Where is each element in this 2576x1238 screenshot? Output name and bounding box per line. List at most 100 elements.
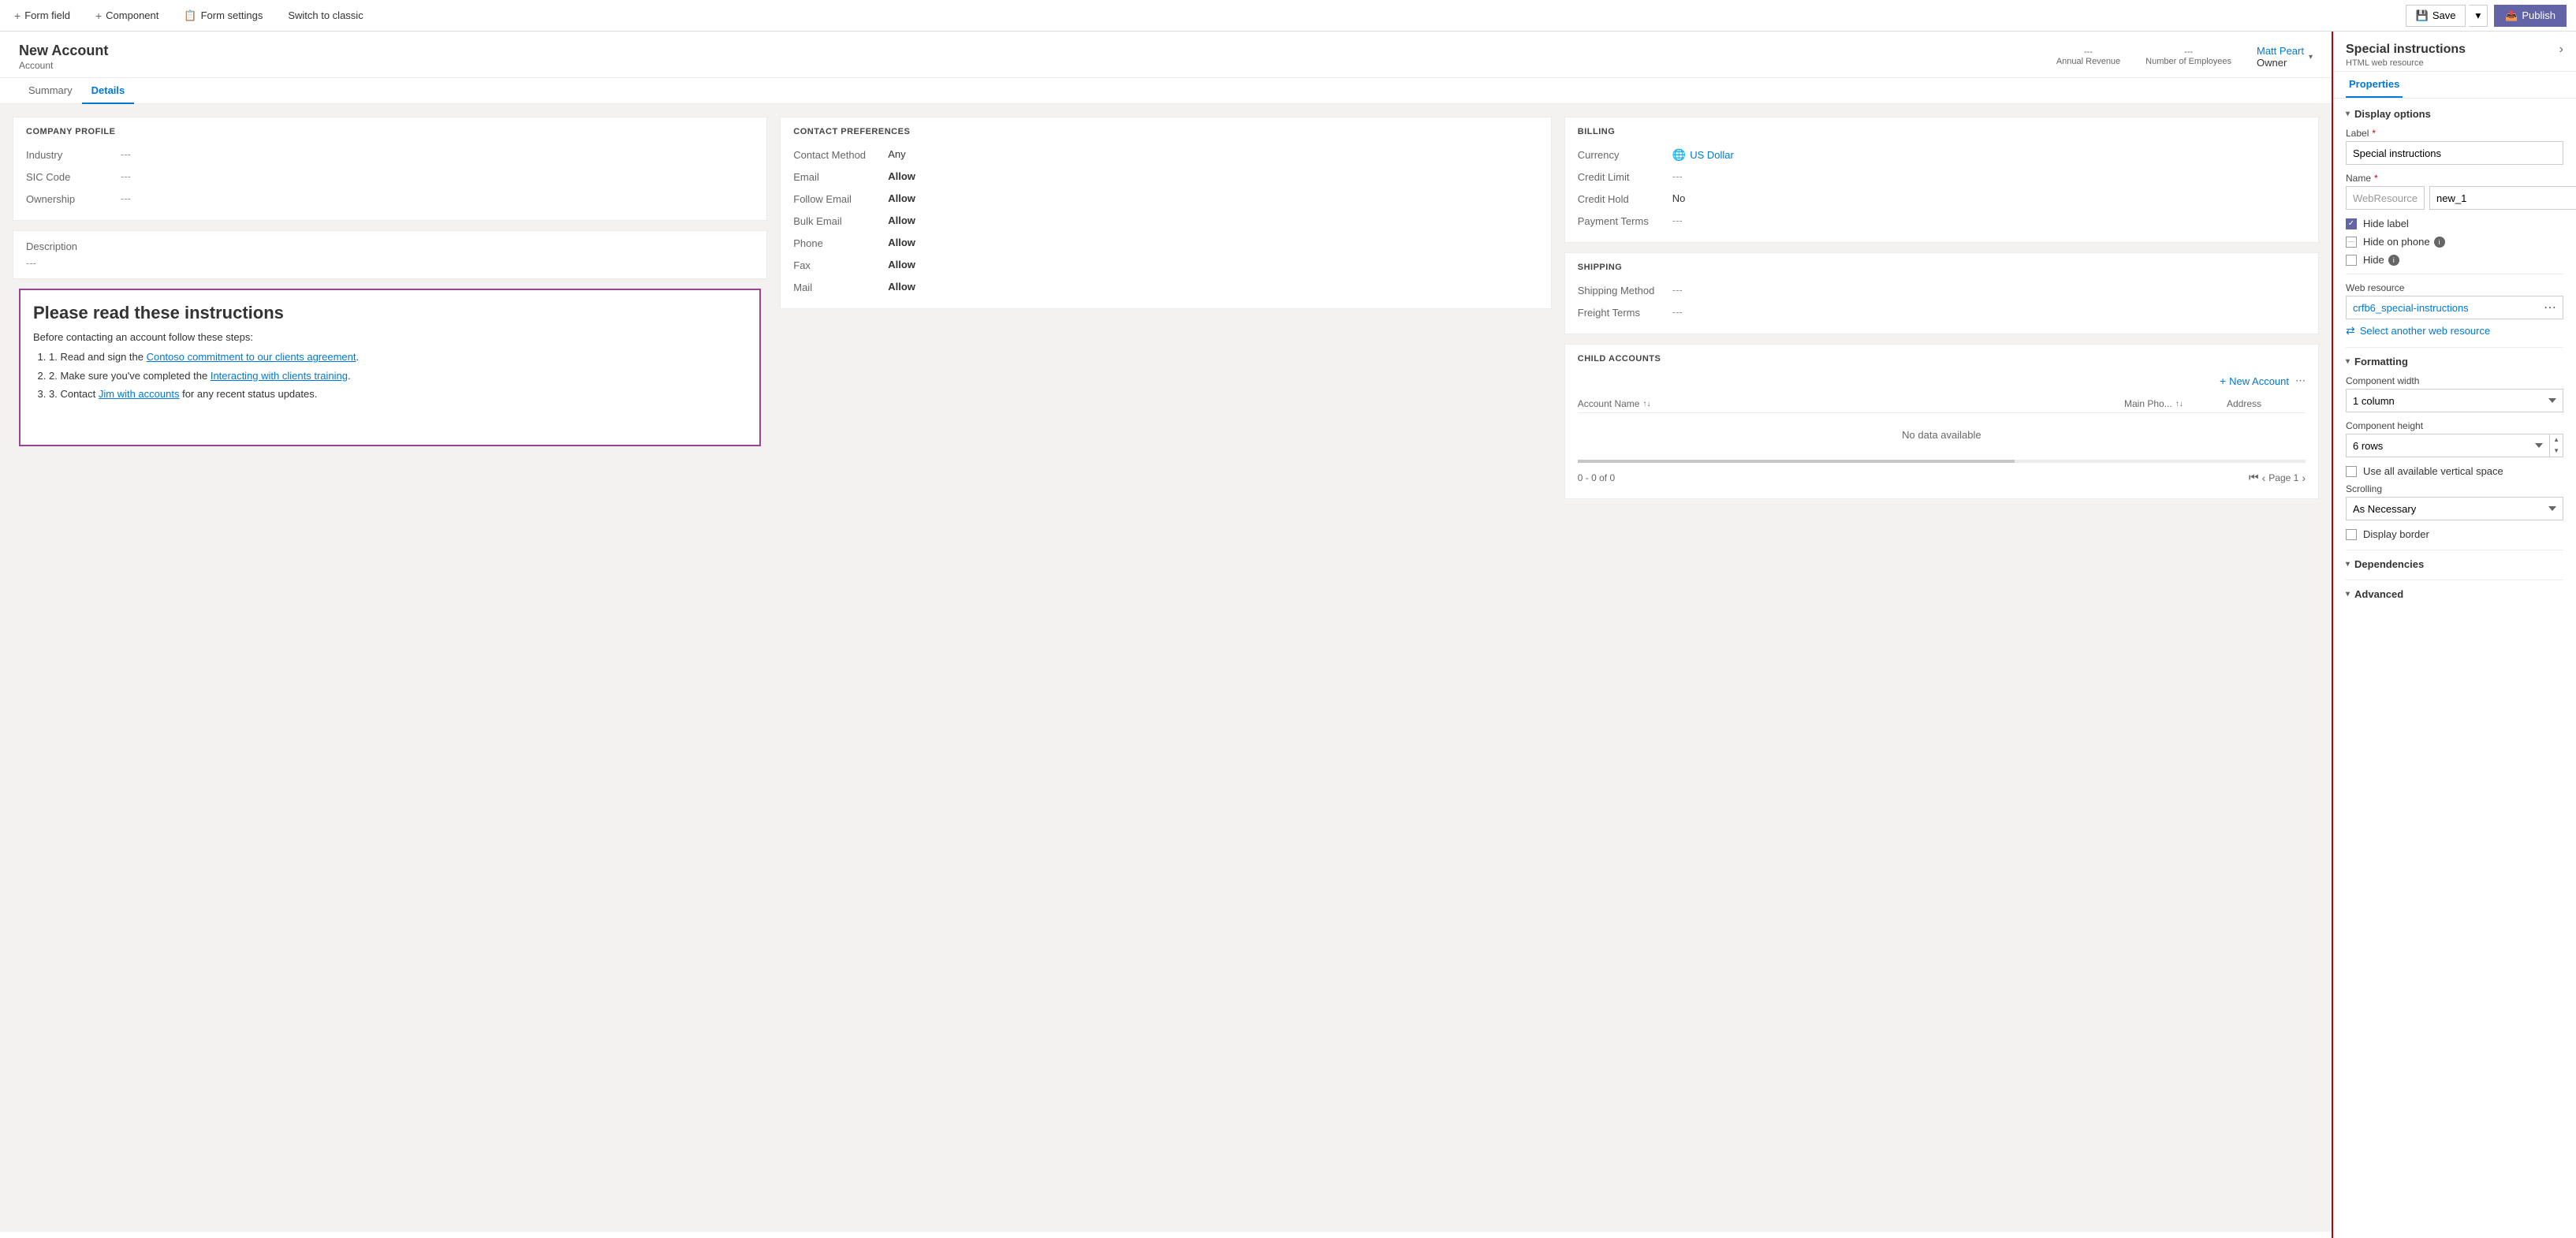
height-decrement-button[interactable]: ▼: [2550, 446, 2563, 457]
scrolling-group: Scrolling As Necessary Always Never: [2346, 483, 2563, 520]
ownership-value[interactable]: ---: [121, 192, 754, 204]
contact-method-value[interactable]: Any: [888, 148, 1538, 160]
item3-link[interactable]: Jim with accounts: [99, 388, 180, 400]
follow-email-value[interactable]: Allow: [888, 192, 1538, 204]
currency-value[interactable]: 🌐 US Dollar: [1672, 148, 2306, 162]
web-resource-name[interactable]: crfb6_special-instructions: [2353, 302, 2469, 314]
panel-close-button[interactable]: ›: [2559, 43, 2563, 57]
select-web-resource-item[interactable]: ⇄ Select another web resource: [2346, 324, 2563, 337]
save-label: Save: [2432, 9, 2456, 21]
component-width-select[interactable]: 1 column 2 columns: [2346, 389, 2563, 412]
email-label: Email: [793, 170, 888, 183]
form-settings-item[interactable]: 📋 Form settings: [179, 9, 267, 22]
payment-terms-value[interactable]: ---: [1672, 214, 2306, 226]
right-column: BILLING Currency 🌐 US Dollar Credit Limi…: [1558, 117, 2319, 1219]
prev-page-button[interactable]: ‹: [2262, 472, 2266, 484]
component-width-group: Component width 1 column 2 columns: [2346, 375, 2563, 412]
panel-tabs: Properties: [2333, 72, 2576, 99]
component-height-select[interactable]: 6 rows 4 rows 8 rows: [2346, 434, 2549, 457]
mail-value[interactable]: Allow: [888, 281, 1538, 293]
hide-info-icon[interactable]: i: [2388, 255, 2399, 266]
page-navigation: ⏮ ‹ Page 1 ›: [2249, 471, 2306, 484]
label-input[interactable]: [2346, 141, 2563, 165]
toolbar-left: + Form field + Component 📋 Form settings…: [9, 9, 368, 22]
content-area: COMPANY PROFILE Industry --- SIC Code --…: [0, 104, 2332, 1232]
name-value-input[interactable]: [2429, 186, 2576, 210]
web-resource-row: crfb6_special-instructions ⋯: [2346, 296, 2563, 319]
no-data-message: No data available: [1578, 413, 2306, 457]
web-resource-more-button[interactable]: ⋯: [2544, 300, 2556, 315]
formatting-label: Formatting: [2354, 356, 2408, 367]
description-value[interactable]: ---: [26, 257, 754, 269]
email-value[interactable]: Allow: [888, 170, 1538, 182]
next-page-button[interactable]: ›: [2302, 472, 2306, 484]
height-increment-button[interactable]: ▲: [2550, 434, 2563, 446]
component-item[interactable]: + Component: [91, 9, 163, 22]
display-border-label: Display border: [2363, 528, 2429, 540]
col-address-label: Address: [2227, 398, 2261, 409]
advanced-chevron-icon: ▾: [2346, 590, 2350, 598]
sic-row: SIC Code ---: [26, 166, 754, 188]
phone-value[interactable]: Allow: [888, 237, 1538, 248]
hide-phone-checkbox[interactable]: [2346, 237, 2357, 248]
billing-section: BILLING Currency 🌐 US Dollar Credit Limi…: [1564, 117, 2319, 243]
freight-terms-value[interactable]: ---: [1672, 306, 2306, 318]
hide-checkbox[interactable]: [2346, 255, 2357, 266]
use-vertical-checkbox[interactable]: [2346, 466, 2357, 477]
panel-tab-properties[interactable]: Properties: [2346, 72, 2403, 98]
formatting-header[interactable]: ▾ Formatting: [2346, 356, 2563, 367]
currency-icon: 🌐: [1672, 148, 1686, 162]
advanced-header[interactable]: ▾ Advanced: [2346, 588, 2563, 600]
industry-row: Industry ---: [26, 144, 754, 166]
name-field-label: Name *: [2346, 173, 2563, 184]
mail-row: Mail Allow: [793, 277, 1538, 299]
bulk-email-value[interactable]: Allow: [888, 214, 1538, 226]
more-options-icon[interactable]: ⋯: [2295, 375, 2306, 387]
web-resource-label-text: Web resource: [2346, 282, 2563, 293]
ownership-row: Ownership ---: [26, 188, 754, 211]
tab-summary[interactable]: Summary: [19, 78, 82, 104]
hide-row: Hide i: [2346, 254, 2563, 266]
tab-details[interactable]: Details: [82, 78, 135, 104]
new-account-button[interactable]: + New Account: [2220, 375, 2289, 387]
use-vertical-row: Use all available vertical space: [2346, 465, 2563, 477]
item2-link[interactable]: Interacting with clients training: [211, 370, 348, 382]
form-field-item[interactable]: + Form field: [9, 9, 75, 22]
table-header: Account Name ↑↓ Main Pho... ↑↓ Address: [1578, 395, 2306, 413]
owner-name[interactable]: Matt Peart: [2257, 45, 2304, 57]
employees-field-label: Number of Employees: [2145, 57, 2231, 66]
switch-classic-item[interactable]: Switch to classic: [283, 9, 367, 21]
first-page-button[interactable]: ⏮: [2249, 471, 2259, 484]
sort-icon[interactable]: ↑↓: [1642, 400, 1650, 408]
credit-hold-value[interactable]: No: [1672, 192, 2306, 204]
panel-header: Special instructions HTML web resource ›: [2333, 32, 2576, 72]
owner-chevron-icon[interactable]: ▾: [2309, 53, 2313, 62]
item1-link[interactable]: Contoso commitment to our clients agreem…: [147, 351, 356, 363]
right-panel: Special instructions HTML web resource ›…: [2332, 32, 2576, 1238]
tab-details-label: Details: [91, 84, 125, 96]
display-border-checkbox[interactable]: [2346, 529, 2357, 540]
shipping-method-value[interactable]: ---: [1672, 284, 2306, 296]
employees-meta[interactable]: --- Number of Employees: [2145, 47, 2231, 66]
annual-revenue-meta[interactable]: --- Annual Revenue: [2056, 47, 2120, 66]
label-text: Label: [2346, 128, 2369, 139]
shipping-section: SHIPPING Shipping Method --- Freight Ter…: [1564, 252, 2319, 334]
save-dropdown-button[interactable]: ▾: [2469, 5, 2488, 27]
hide-label-checkbox[interactable]: [2346, 218, 2357, 229]
credit-limit-value[interactable]: ---: [1672, 170, 2306, 182]
sic-value[interactable]: ---: [121, 170, 754, 182]
display-options-header[interactable]: ▾ Display options: [2346, 108, 2563, 120]
freight-terms-row: Freight Terms ---: [1578, 302, 2306, 324]
hide-label: Hide: [2363, 254, 2384, 266]
industry-value[interactable]: ---: [121, 148, 754, 160]
currency-label: Currency: [1578, 148, 1672, 161]
fax-value[interactable]: Allow: [888, 259, 1538, 270]
save-button[interactable]: 💾 Save: [2406, 5, 2466, 27]
publish-button[interactable]: 📤 Publish: [2494, 5, 2567, 27]
scrolling-select[interactable]: As Necessary Always Never: [2346, 497, 2563, 520]
display-options-section: ▾ Display options Label * Name *: [2346, 108, 2563, 337]
hide-phone-info-icon[interactable]: i: [2434, 237, 2445, 248]
phone-sort-icon[interactable]: ↑↓: [2175, 400, 2183, 408]
formatting-chevron-icon: ▾: [2346, 357, 2350, 366]
dependencies-header[interactable]: ▾ Dependencies: [2346, 558, 2563, 570]
